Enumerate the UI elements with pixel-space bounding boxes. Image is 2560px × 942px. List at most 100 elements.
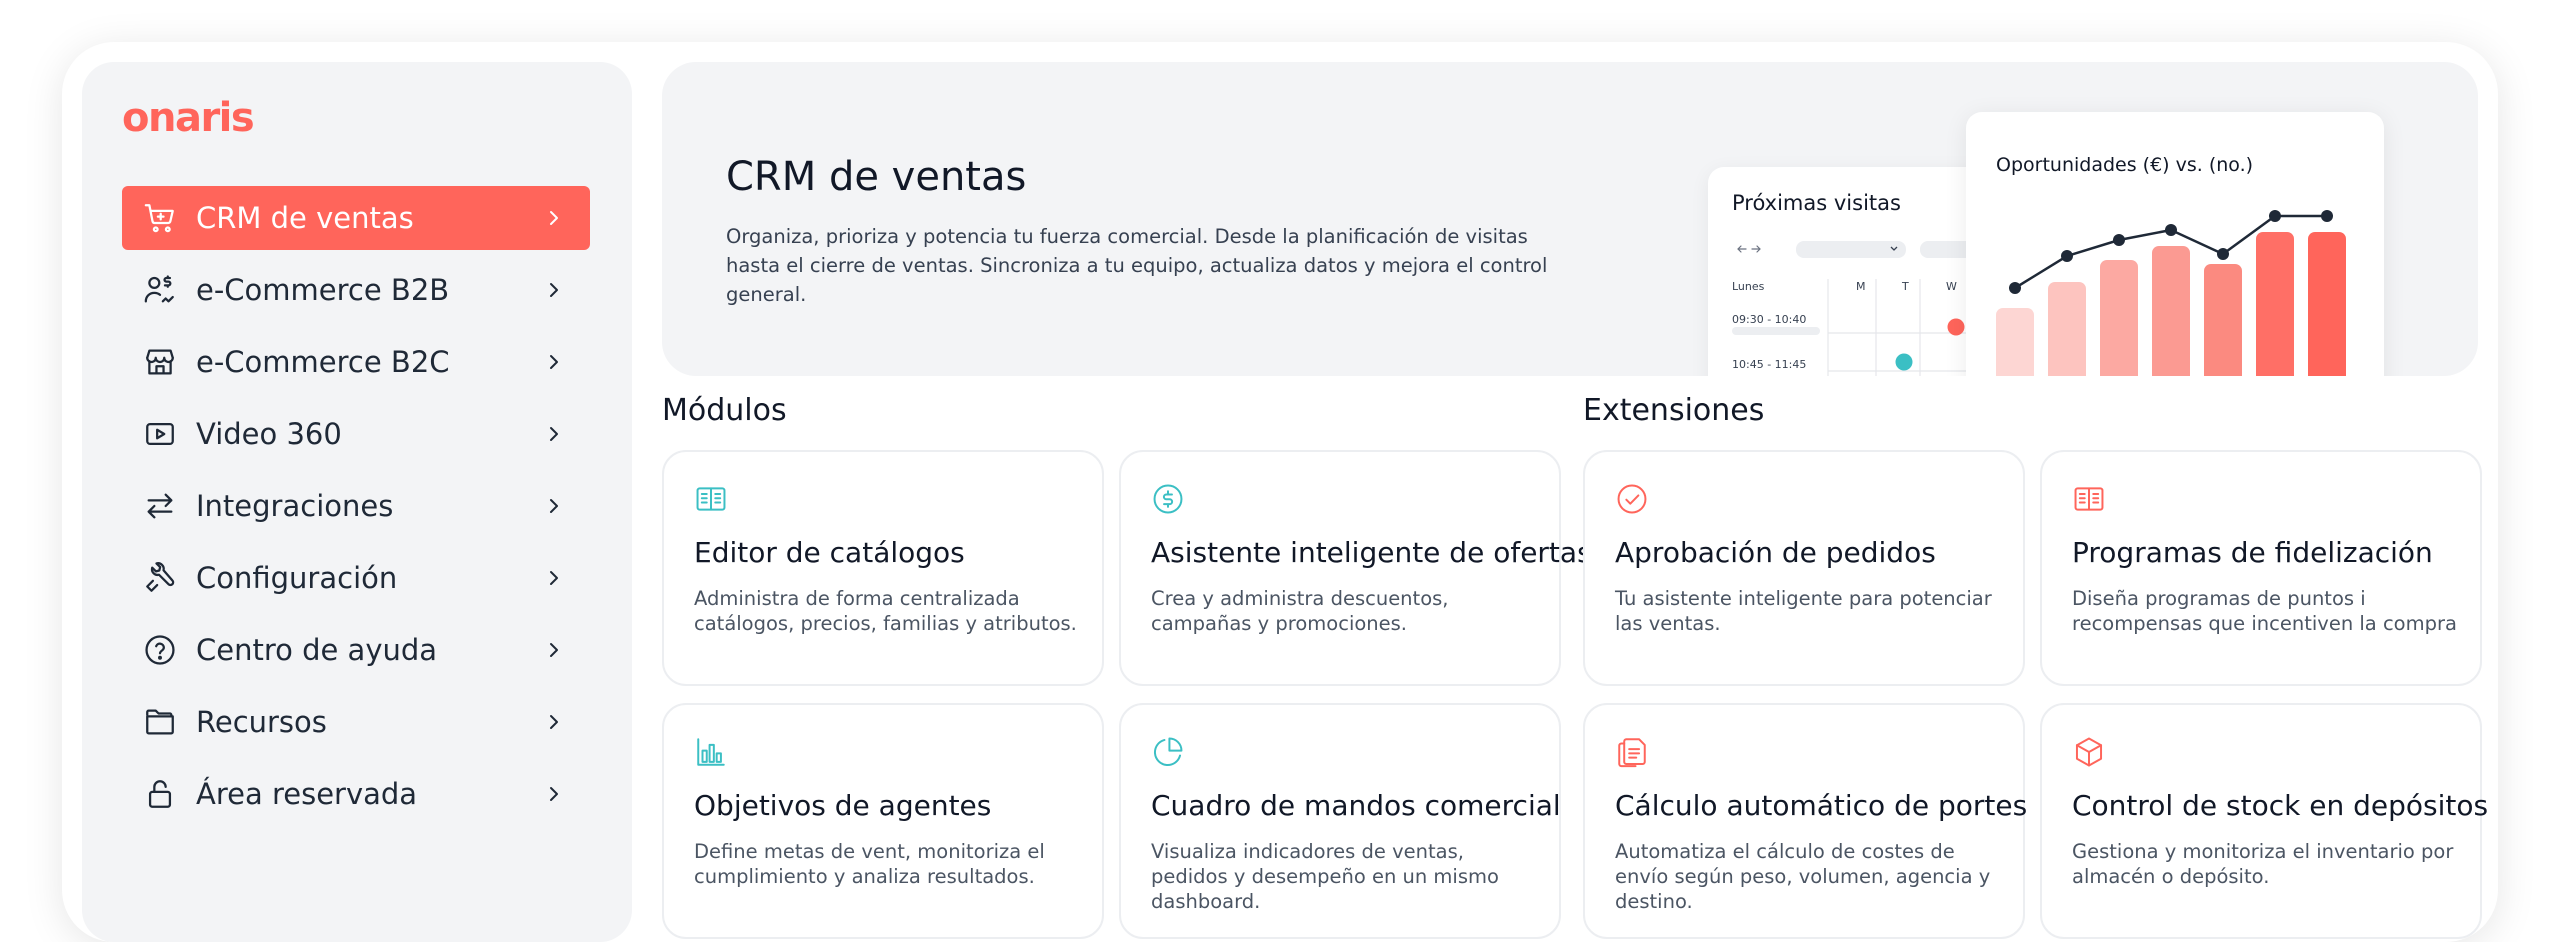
visits-time-2: 10:45 - 11:45 <box>1732 358 1807 371</box>
chevron-right-icon <box>550 715 558 729</box>
module-card-editor-catalogos[interactable]: Editor de catálogos Administra de forma … <box>662 450 1104 686</box>
video-icon <box>142 416 178 452</box>
extension-description: Gestiona y monitoriza el inventario por … <box>2072 840 2454 888</box>
calendar-select <box>1796 241 1906 258</box>
extension-title: Cálculo automático de portes <box>1615 789 2028 822</box>
chart-point <box>2321 210 2333 222</box>
module-card-cuadro-mandos[interactable]: Cuadro de mandos comercial Visualiza ind… <box>1119 703 1561 939</box>
pie-chart-icon <box>1154 737 1183 766</box>
lock-icon <box>142 776 178 812</box>
extension-description: Diseña programas de puntos i recompensas… <box>2072 587 2457 635</box>
sidebar-item-label: Video 360 <box>196 417 342 451</box>
sidebar-item-integraciones[interactable]: Integraciones <box>122 474 590 538</box>
modules-title: Módulos <box>662 393 787 428</box>
documents-icon <box>1618 738 1646 768</box>
upcoming-visits-card: Próximas visitas Lunes M T W 09:30 - 10:… <box>1708 167 2008 376</box>
sidebar-item-label: Área reservada <box>196 777 418 811</box>
visits-day-m: M <box>1856 280 1866 293</box>
catalog-book-icon <box>696 487 726 511</box>
calendar-arrows-icon <box>1737 245 1761 253</box>
check-circle-icon <box>1617 484 1647 514</box>
sidebar-item-ecommerce-b2b[interactable]: e-Commerce B2B <box>122 258 590 322</box>
module-description: Define metas de vent, monitoriza el cump… <box>694 840 1045 888</box>
store-icon <box>142 344 178 380</box>
visits-day-label: Lunes <box>1732 280 1765 293</box>
box-icon <box>2075 737 2103 767</box>
module-card-objetivos-agentes[interactable]: Objetivos de agentes Define metas de ven… <box>662 703 1104 939</box>
chart-bar <box>2100 260 2138 376</box>
visits-time-1: 09:30 - 10:40 <box>1732 313 1807 326</box>
extension-title: Control de stock en depósitos <box>2072 789 2489 822</box>
chevron-right-icon <box>550 571 558 585</box>
wrench-icon <box>142 560 178 596</box>
module-description: Administra de forma centralizada catálog… <box>694 587 1077 635</box>
arrows-exchange-icon <box>142 488 178 524</box>
module-card-asistente-ofertas[interactable]: Asistente inteligente de ofertas Crea y … <box>1119 450 1592 686</box>
cart-icon <box>142 200 178 236</box>
visits-day-t: T <box>1902 280 1909 293</box>
opportunities-chart-card: Oportunidades (€) vs. (no.) <box>1966 112 2384 376</box>
bar-chart-icon <box>697 738 725 766</box>
extension-card-calculo-portes[interactable]: Cálculo automático de portes Automatiza … <box>1583 703 2028 939</box>
sidebar-item-video-360[interactable]: Video 360 <box>122 402 590 466</box>
extension-description: Tu asistente inteligente para potenciar … <box>1615 587 1992 635</box>
chart-bar <box>2308 232 2346 376</box>
chart-point <box>2113 234 2125 246</box>
chevron-right-icon <box>550 643 558 657</box>
help-circle-icon <box>142 632 178 668</box>
extensions-title: Extensiones <box>1583 393 1765 428</box>
extension-title: Programas de fidelización <box>2072 536 2433 569</box>
chart-bar <box>2204 264 2242 376</box>
chevron-right-icon <box>550 787 558 801</box>
extension-card-programas-fidelizacion[interactable]: Programas de fidelización Diseña program… <box>2040 450 2482 686</box>
loyalty-book-icon <box>2074 487 2104 511</box>
extension-card-control-stock[interactable]: Control de stock en depósitos Gestiona y… <box>2040 703 2488 939</box>
sidebar-item-label: Recursos <box>196 705 327 739</box>
chevron-right-icon <box>550 211 558 225</box>
sidebar-item-label: CRM de ventas <box>196 201 414 235</box>
sidebar-nav: CRM de ventas e-Commerce B2B e-Commerce … <box>122 186 590 834</box>
chart-point <box>2009 282 2021 294</box>
extension-title: Aprobación de pedidos <box>1615 536 1936 569</box>
module-description: Visualiza indicadores de ventas, pedidos… <box>1151 840 1499 913</box>
opportunities-chart <box>1996 210 2346 376</box>
module-description: Crea y administra descuentos, campañas y… <box>1151 587 1449 635</box>
chart-point <box>2269 210 2281 222</box>
logo[interactable]: onaris <box>122 95 255 141</box>
sidebar-item-label: e-Commerce B2C <box>196 345 450 379</box>
module-title: Cuadro de mandos comercial <box>1151 789 1561 822</box>
visits-day-w: W <box>1946 280 1957 293</box>
hero-banner: CRM de ventas Organiza, prioriza y poten… <box>662 62 2478 376</box>
chart-point <box>2061 250 2073 262</box>
sidebar-item-label: e-Commerce B2B <box>196 273 450 307</box>
chevron-right-icon <box>550 283 558 297</box>
visit-dot-teal <box>1895 353 1913 371</box>
visit-dot-red <box>1947 318 1965 336</box>
sidebar-item-label: Integraciones <box>196 489 394 523</box>
sidebar-item-area-reservada[interactable]: Área reservada <box>122 762 590 826</box>
chart-point <box>2217 248 2229 260</box>
sidebar-item-centro-de-ayuda[interactable]: Centro de ayuda <box>122 618 590 682</box>
sidebar-item-ecommerce-b2c[interactable]: e-Commerce B2C <box>122 330 590 394</box>
sidebar-item-label: Configuración <box>196 561 398 595</box>
dollar-coin-icon <box>1153 484 1183 514</box>
extension-description: Automatiza el cálculo de costes de envío… <box>1615 840 1991 913</box>
users-dollar-icon <box>142 272 178 308</box>
module-title: Editor de catálogos <box>694 536 965 569</box>
sidebar-item-label: Centro de ayuda <box>196 633 438 667</box>
module-title: Asistente inteligente de ofertas <box>1151 536 1592 569</box>
extension-card-aprobacion-pedidos[interactable]: Aprobación de pedidos Tu asistente intel… <box>1583 450 2025 686</box>
module-title: Objetivos de agentes <box>694 789 992 822</box>
chart-bar <box>2256 232 2294 376</box>
folder-icon <box>142 704 178 740</box>
sidebar-item-recursos[interactable]: Recursos <box>122 690 590 754</box>
chart-bar <box>1996 308 2034 376</box>
chevron-right-icon <box>550 427 558 441</box>
page-description: Organiza, prioriza y potencia tu fuerza … <box>726 225 1548 306</box>
visits-calendar <box>1732 241 2008 376</box>
chart-bar <box>2048 282 2086 376</box>
chart-bar <box>2152 246 2190 376</box>
sidebar-item-configuracion[interactable]: Configuración <box>122 546 590 610</box>
chart-point <box>2165 224 2177 236</box>
sidebar-item-crm-de-ventas[interactable]: CRM de ventas <box>122 186 590 250</box>
